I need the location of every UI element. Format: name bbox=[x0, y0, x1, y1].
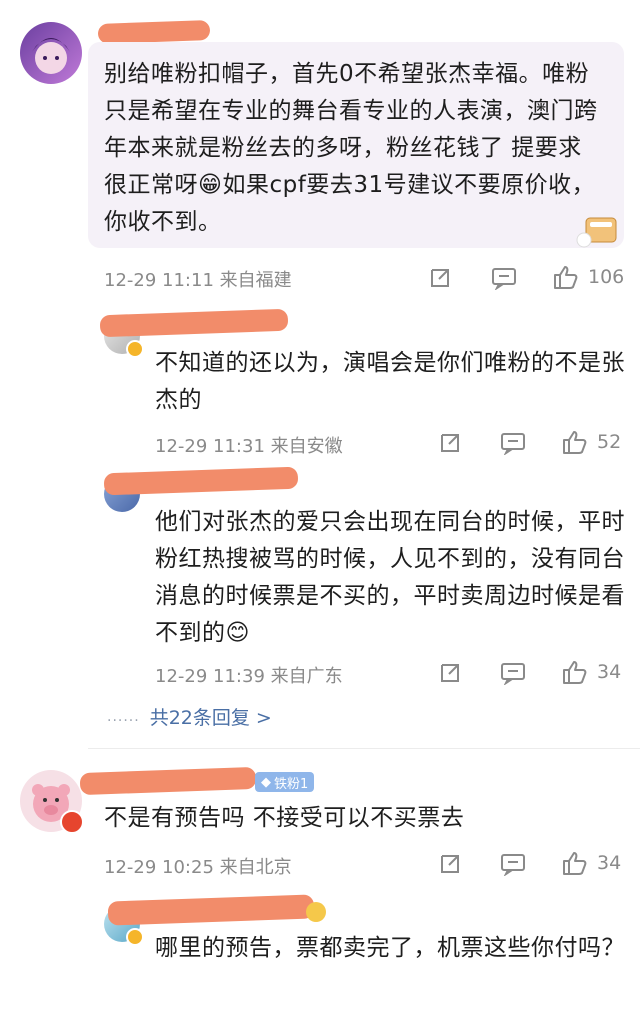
comment-button[interactable] bbox=[500, 852, 526, 876]
thumbs-up-icon bbox=[563, 431, 587, 454]
like-count: 52 bbox=[597, 431, 622, 453]
comment-meta: 12-29 11:39 来自广东 bbox=[155, 666, 343, 687]
comment-button[interactable] bbox=[491, 266, 517, 290]
comment-text: 他们对张杰的爱只会出现在同台的时候，平时粉红热搜被骂的时候，人见不到的，没有同台… bbox=[155, 509, 625, 646]
redacted-username bbox=[103, 466, 299, 496]
redacted-username bbox=[79, 766, 257, 796]
share-button[interactable] bbox=[438, 431, 462, 455]
fan-level-badge: ◆ 铁粉1 bbox=[255, 772, 315, 792]
comment-text: 哪里的预告，票都卖完了，机票这些你付吗？ bbox=[155, 935, 625, 961]
thumbs-up-icon bbox=[563, 852, 587, 875]
member-badge-icon bbox=[60, 810, 84, 834]
verified-badge-icon bbox=[126, 340, 144, 358]
comment-icon bbox=[501, 433, 525, 455]
share-button[interactable] bbox=[428, 266, 452, 290]
comment-meta: 12-29 10:25 来自北京 bbox=[104, 857, 292, 878]
share-icon bbox=[431, 269, 449, 287]
redacted-username bbox=[107, 894, 315, 926]
avatar[interactable] bbox=[20, 22, 82, 84]
thumbs-up-icon bbox=[554, 266, 578, 289]
divider bbox=[88, 748, 640, 749]
comment-text: 不知道的还以为，演唱会是你们唯粉的不是张杰的 bbox=[155, 350, 625, 413]
more-replies-label: 共22条回复 > bbox=[149, 707, 272, 729]
comment-meta: 12-29 11:31 来自安徽 bbox=[155, 436, 343, 457]
comment-button[interactable] bbox=[500, 661, 526, 685]
view-more-replies-link[interactable]: ...... 共22条回复 > bbox=[107, 703, 272, 730]
like-count: 34 bbox=[597, 661, 622, 683]
comment-meta: 12-29 11:11 来自福建 bbox=[104, 270, 292, 291]
share-icon bbox=[441, 434, 459, 452]
like-button[interactable]: 106 bbox=[552, 264, 624, 290]
avatar-illustration bbox=[32, 38, 70, 74]
share-button[interactable] bbox=[438, 661, 462, 685]
comment-icon bbox=[492, 268, 516, 290]
like-count: 34 bbox=[597, 852, 622, 874]
fan-level-label: 铁粉1 bbox=[274, 776, 309, 792]
like-button[interactable]: 52 bbox=[561, 429, 621, 455]
comment-text: 不是有预告吗 不接受可以不买票去 bbox=[104, 805, 465, 831]
emoji-icon bbox=[306, 902, 326, 922]
share-button[interactable] bbox=[438, 852, 462, 876]
redacted-username bbox=[99, 308, 289, 338]
comment-icon bbox=[501, 854, 525, 876]
like-button[interactable]: 34 bbox=[561, 850, 621, 876]
more-replies-dots: ...... bbox=[107, 708, 140, 725]
like-button[interactable]: 34 bbox=[561, 659, 621, 685]
redacted-username bbox=[97, 20, 211, 44]
comment-text: 别给唯粉扣帽子，首先0不希望张杰幸福。唯粉只是希望在专业的舞台看专业的人表演，澳… bbox=[104, 61, 598, 235]
diamond-icon: ◆ bbox=[261, 774, 271, 790]
share-icon bbox=[441, 664, 459, 682]
verified-badge-icon bbox=[126, 928, 144, 946]
thumbs-up-icon bbox=[563, 661, 587, 684]
like-count: 106 bbox=[588, 266, 625, 288]
comment-icon bbox=[501, 663, 525, 685]
comment-button[interactable] bbox=[500, 431, 526, 455]
share-icon bbox=[441, 855, 459, 873]
